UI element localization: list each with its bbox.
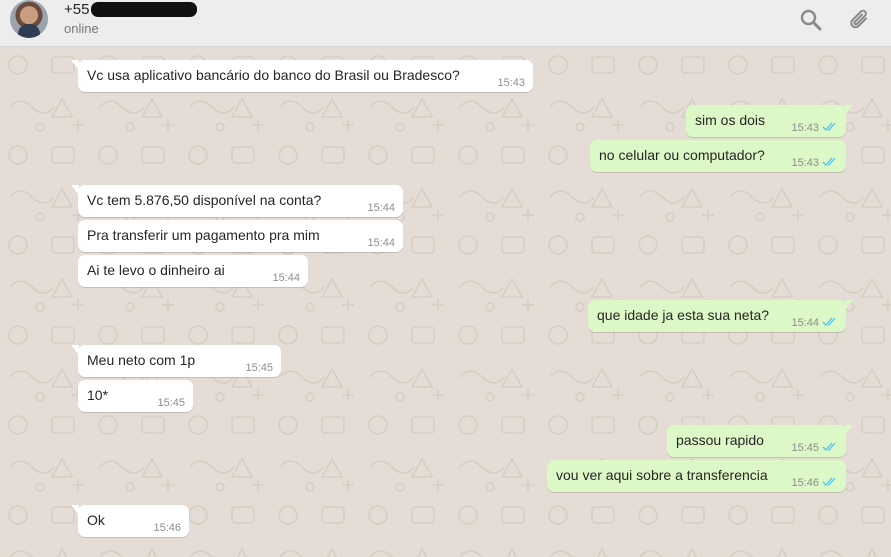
- message-text: Vc tem 5.876,50 disponível na conta?: [87, 192, 322, 208]
- read-ticks-icon: [822, 477, 836, 486]
- message-text: sim os dois: [695, 112, 766, 128]
- message-timestamp: 15:44: [272, 272, 300, 284]
- message-bubble-outgoing[interactable]: que idade ja esta sua neta? 15:44: [588, 300, 853, 332]
- message-bubble-incoming[interactable]: 10* 15:45: [78, 380, 193, 412]
- message-bubble-outgoing[interactable]: vou ver aqui sobre a transferencia 15:46: [547, 460, 846, 492]
- message-timestamp: 15:43: [791, 157, 819, 169]
- message-timestamp: 15:44: [367, 202, 395, 214]
- paperclip-icon[interactable]: [847, 7, 873, 33]
- message-bubble-outgoing[interactable]: sim os dois 15:43: [686, 105, 853, 137]
- contact-name[interactable]: +55: [64, 1, 89, 18]
- message-timestamp: 15:44: [367, 237, 395, 249]
- contact-avatar[interactable]: [10, 0, 48, 38]
- read-ticks-icon: [822, 317, 836, 326]
- message-bubble-incoming[interactable]: Ok 15:46: [71, 505, 189, 537]
- message-text: que idade ja esta sua neta?: [597, 307, 770, 323]
- message-bubble-incoming[interactable]: Vc tem 5.876,50 disponível na conta? 15:…: [71, 185, 403, 217]
- message-text: Pra transferir um pagamento pra mim: [87, 227, 320, 243]
- message-list[interactable]: Vc usa aplicativo bancário do banco do B…: [0, 47, 891, 557]
- message-text: passou rapido: [676, 432, 764, 448]
- message-timestamp: 15:44: [791, 317, 819, 329]
- message-text: Vc usa aplicativo bancário do banco do B…: [87, 67, 460, 83]
- message-timestamp: 15:45: [245, 362, 273, 374]
- message-bubble-outgoing[interactable]: passou rapido 15:45: [667, 425, 853, 457]
- message-text: Ai te levo o dinheiro ai: [87, 262, 225, 278]
- message-bubble-incoming[interactable]: Pra transferir um pagamento pra mim 15:4…: [78, 220, 403, 252]
- message-text: Ok: [87, 512, 105, 528]
- read-ticks-icon: [822, 157, 836, 166]
- message-timestamp: 15:45: [791, 442, 819, 454]
- message-text: 10*: [87, 387, 109, 403]
- message-bubble-incoming[interactable]: Meu neto com 1p 15:45: [71, 345, 281, 377]
- contact-status: online: [64, 21, 99, 36]
- message-timestamp: 15:43: [497, 77, 525, 89]
- message-bubble-incoming[interactable]: Ai te levo o dinheiro ai 15:44: [78, 255, 308, 287]
- message-bubble-incoming[interactable]: Vc usa aplicativo bancário do banco do B…: [71, 60, 533, 92]
- redacted-phone-number: [91, 2, 197, 17]
- message-timestamp: 15:46: [153, 522, 181, 534]
- message-timestamp: 15:43: [791, 122, 819, 134]
- message-timestamp: 15:45: [157, 397, 185, 409]
- chat-header: +55 online: [0, 0, 891, 47]
- message-bubble-outgoing[interactable]: no celular ou computador? 15:43: [590, 140, 846, 172]
- message-timestamp: 15:46: [791, 477, 819, 489]
- read-ticks-icon: [822, 442, 836, 451]
- search-icon[interactable]: [798, 7, 824, 33]
- message-text: no celular ou computador?: [599, 147, 765, 163]
- message-text: vou ver aqui sobre a transferencia: [556, 467, 768, 483]
- message-text: Meu neto com 1p: [87, 352, 196, 368]
- read-ticks-icon: [822, 122, 836, 131]
